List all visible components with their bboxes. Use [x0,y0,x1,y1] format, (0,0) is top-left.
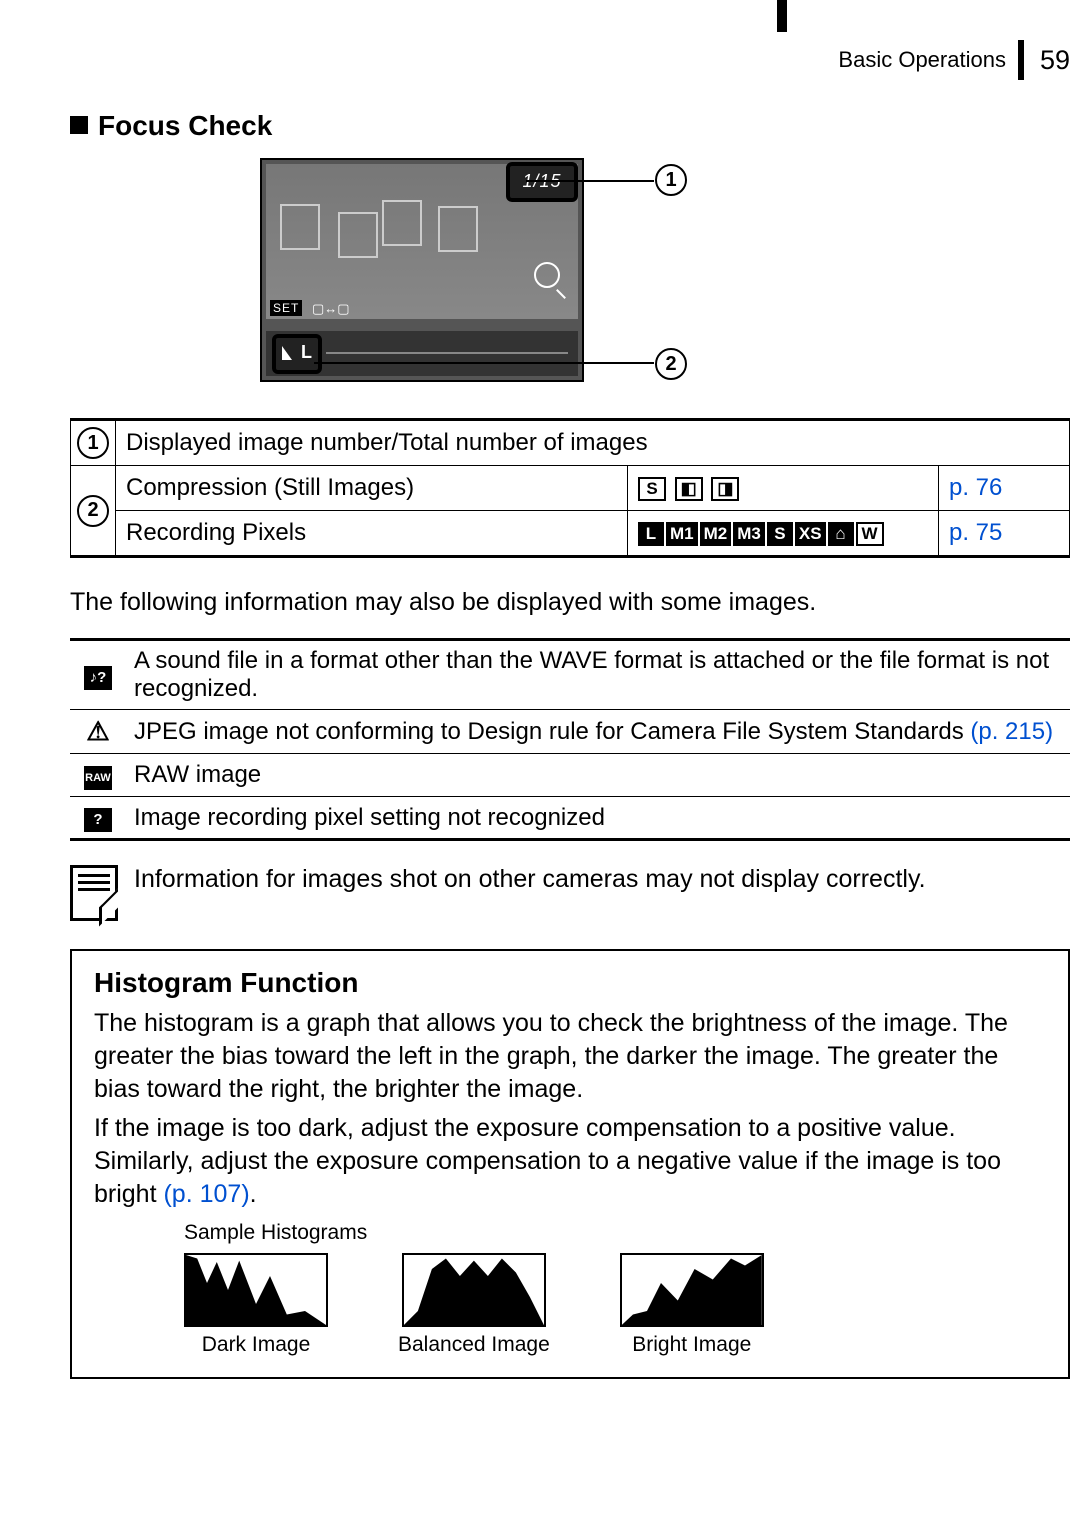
bullet-square-icon [70,116,88,134]
section-name: Basic Operations [838,47,1006,73]
lcd-screen: 1/15 SET ▢↔▢ [260,158,584,382]
histogram-p2: If the image is too dark, adjust the exp… [94,1112,1046,1211]
superfine-icon: S [638,477,666,501]
focus-frame [382,200,422,246]
compression-label: Compression (Still Images) [116,466,628,511]
compression-page-ref[interactable]: p. 76 [939,466,1070,511]
quality-indicator [272,334,322,374]
focus-check-title: Focus Check [98,110,272,141]
histogram-title: Histogram Function [94,967,1046,999]
focus-frame [338,212,378,258]
sample-bright-label: Bright Image [632,1333,751,1357]
magnifier-icon [534,262,560,288]
size-m3-icon: M3 [733,522,765,546]
raw-desc: RAW image [126,754,1070,797]
size-m1-icon: M1 [666,522,698,546]
additional-info-table: ♪? A sound file in a format other than t… [70,638,1070,841]
size-m2-icon: M2 [700,522,732,546]
sound-desc: A sound file in a format other than the … [126,640,1070,710]
jpeg-desc: JPEG image not conforming to Design rule… [126,710,1070,754]
callout-2-marker: 2 [655,348,687,380]
image-counter: 1/15 [506,162,578,202]
jpeg-desc-text: JPEG image not conforming to Design rule… [134,718,970,745]
lcd-info-line [326,352,568,354]
set-label: SET [270,300,302,316]
raw-icon: RAW [84,766,112,790]
samples-title: Sample Histograms [184,1221,1046,1245]
focus-frame [280,204,320,250]
normal-icon: ◨ [711,477,739,501]
camera-note-text: Information for images shot on other cam… [134,865,926,894]
sample-bright: Bright Image [620,1253,764,1357]
camera-note: Information for images shot on other cam… [70,865,1070,921]
size-postcard-icon: ⌂ [828,522,854,546]
legend-num-1: 1 [77,427,109,459]
sample-balanced: Balanced Image [398,1253,550,1357]
callout-legend-table: 1 Displayed image number/Total number of… [70,418,1070,558]
page-header: Basic Operations 59 [70,40,1070,80]
note-icon [70,865,118,921]
pixels-icons: LM1M2M3SXS⌂W [628,511,939,557]
unknown-pixels-icon: ? [84,808,112,832]
bright-histogram-shape [622,1255,762,1325]
callout-line [314,362,654,364]
set-resize-icon: ▢↔▢ [312,301,350,317]
jpeg-page-ref[interactable]: (p. 215) [970,718,1053,745]
unknown-desc: Image recording pixel setting not recogn… [126,797,1070,840]
focus-frame [438,206,478,252]
focus-check-heading: Focus Check [70,110,1070,142]
sample-dark: Dark Image [184,1253,328,1357]
balanced-histogram-shape [404,1255,544,1325]
pixels-label: Recording Pixels [116,511,628,557]
additional-info-intro: The following information may also be di… [70,586,1070,618]
legend-num-2: 2 [77,495,109,527]
histogram-box: Histogram Function The histogram is a gr… [70,949,1070,1379]
header-divider [1018,40,1024,80]
size-l-icon: L [638,522,664,546]
compression-icons: S ◧ ◨ [628,466,939,511]
size-s-icon: S [767,522,793,546]
histogram-samples: Dark Image Balanced Image Bright Image [184,1253,1046,1357]
size-wide-icon: W [856,522,884,546]
warning-icon: ⚠ [86,716,109,747]
callout-2-num: 2 [655,348,687,380]
histogram-p2-suffix: . [250,1180,257,1208]
callout-1-marker: 1 [655,164,687,196]
page-number: 59 [1040,45,1070,76]
lcd-illustration: 1/15 SET ▢↔▢ 1 2 [260,158,880,398]
legend-1-desc: Displayed image number/Total number of i… [116,420,1070,466]
sound-unknown-icon: ♪? [84,666,112,690]
fine-icon: ◧ [675,477,703,501]
size-xs-icon: XS [795,522,826,546]
callout-1-num: 1 [655,164,687,196]
histogram-page-ref[interactable]: (p. 107) [163,1180,249,1208]
dark-histogram-shape [186,1255,326,1325]
pixels-page-ref[interactable]: p. 75 [939,511,1070,557]
page-top-marker [777,0,787,32]
histogram-p1: The histogram is a graph that allows you… [94,1007,1046,1106]
sample-dark-label: Dark Image [202,1333,311,1357]
callout-line [526,180,654,182]
sample-balanced-label: Balanced Image [398,1333,550,1357]
